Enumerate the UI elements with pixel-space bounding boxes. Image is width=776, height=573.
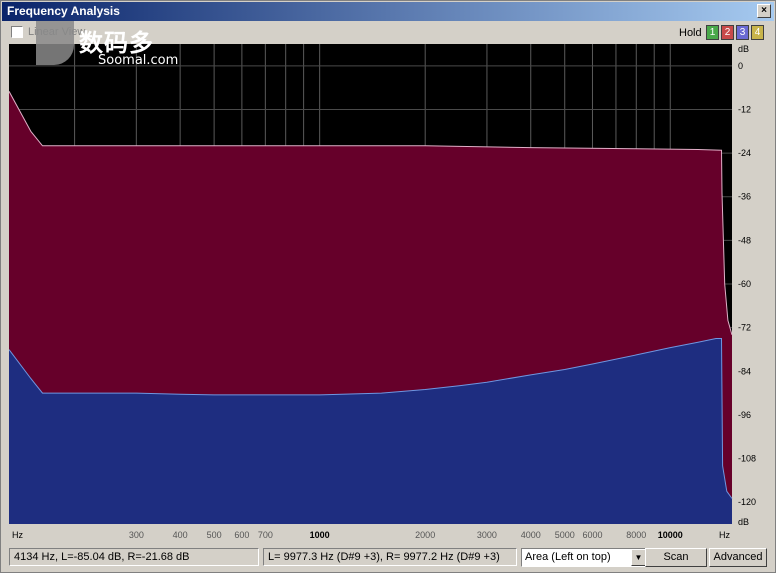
x-tick-label: 1000	[310, 530, 330, 540]
y-tick-label: -96	[738, 410, 751, 420]
hold-button-4[interactable]: 4	[751, 25, 764, 40]
y-tick-label: -24	[738, 148, 751, 158]
x-tick-label: 500	[207, 530, 222, 540]
y-tick-label: -108	[738, 454, 756, 464]
title-bar: Frequency Analysis ×	[2, 2, 774, 21]
y-tick-label: -36	[738, 192, 751, 202]
linear-view-checkbox[interactable]	[11, 26, 23, 38]
y-unit-bottom: dB	[738, 517, 749, 527]
x-tick-label: 10000	[658, 530, 683, 540]
spectrum-plot[interactable]: dB 0 -12 -24 -36 -48 -60 -72 -84 -96 -108 -120 dB Hz…	[8, 44, 767, 542]
chevron-down-icon[interactable]: ▼	[631, 549, 646, 566]
hold-label: Hold	[679, 27, 702, 39]
x-tick-label: 5000	[555, 530, 575, 540]
y-tick-label: -48	[738, 235, 751, 245]
status-bar: 4134 Hz, L=-85.04 dB, R=-21.68 dB L= 997…	[9, 546, 769, 570]
y-unit-top: dB	[738, 44, 749, 54]
x-tick-label: 300	[129, 530, 144, 540]
x-tick-label: 400	[173, 530, 188, 540]
x-tick-label: 600	[234, 530, 249, 540]
y-tick-label: -84	[738, 366, 751, 376]
x-tick-label: 8000	[626, 530, 646, 540]
y-tick-label: 0	[738, 61, 743, 71]
view-mode-value: Area (Left on top)	[525, 551, 611, 563]
x-tick-label: 6000	[582, 530, 602, 540]
x-tick-label: 700	[258, 530, 273, 540]
hold-button-3[interactable]: 3	[736, 25, 749, 40]
hold-button-1[interactable]: 1	[706, 25, 719, 40]
x-tick-label: 3000	[477, 530, 497, 540]
y-tick-label: -60	[738, 279, 751, 289]
window-title: Frequency Analysis	[7, 4, 120, 18]
frequency-analysis-window: Frequency Analysis × Linear View Hold 1 …	[0, 0, 776, 573]
hold-button-2[interactable]: 2	[721, 25, 734, 40]
close-button[interactable]: ×	[757, 4, 771, 18]
y-tick-label: -120	[738, 497, 756, 507]
x-unit-right: Hz	[719, 530, 730, 540]
x-tick-label: 4000	[521, 530, 541, 540]
cursor-readout: 4134 Hz, L=-85.04 dB, R=-21.68 dB	[9, 548, 259, 566]
y-tick-label: -12	[738, 104, 751, 114]
linear-view-label: Linear View	[28, 26, 86, 38]
toolbar: Linear View Hold 1 2 3 4	[4, 23, 772, 43]
scan-button[interactable]: Scan	[645, 548, 707, 567]
x-unit-left: Hz	[12, 530, 23, 540]
advanced-button[interactable]: Advanced	[709, 548, 767, 567]
x-tick-label: 2000	[415, 530, 435, 540]
y-tick-label: -72	[738, 323, 751, 333]
peak-readout: L= 9977.3 Hz (D#9 +3), R= 9977.2 Hz (D#9…	[263, 548, 517, 566]
view-mode-select[interactable]: Area (Left on top) ▼	[521, 548, 647, 567]
